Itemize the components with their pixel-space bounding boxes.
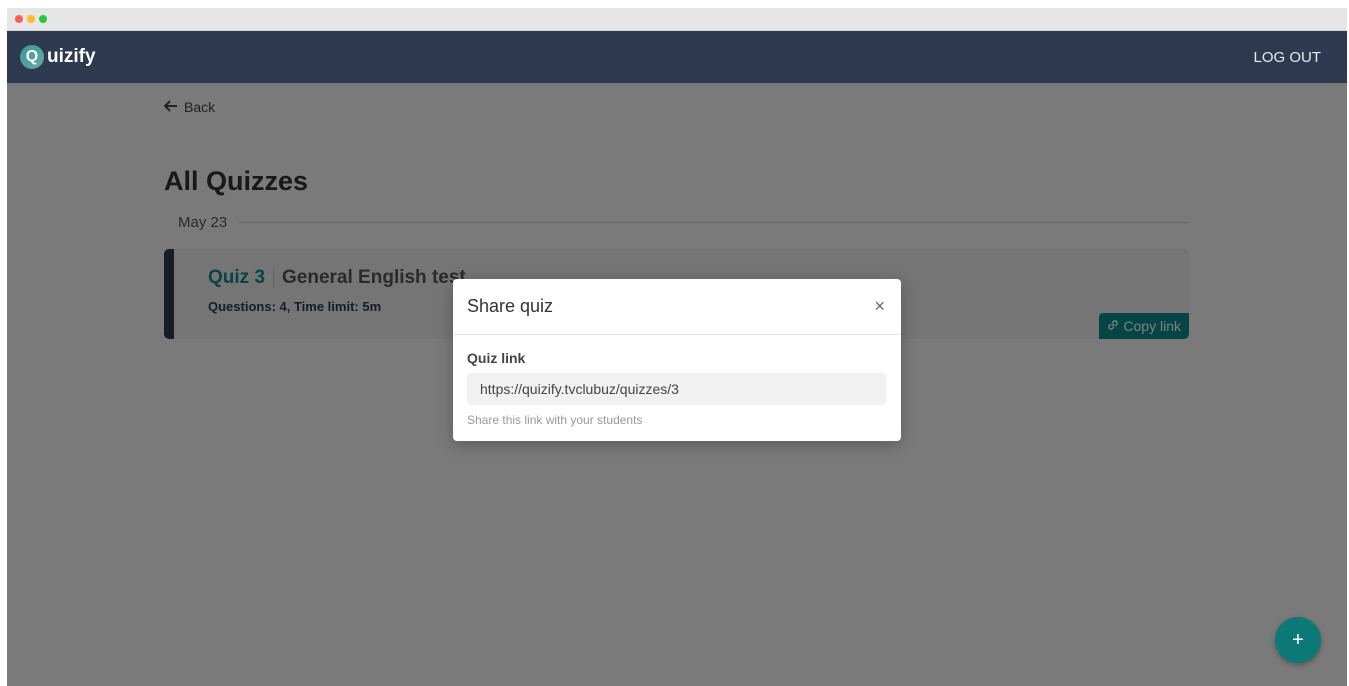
share-quiz-modal: Share quiz × Quiz link Share this link w… [453, 279, 901, 441]
quiz-link-label: Quiz link [467, 350, 526, 366]
add-quiz-button[interactable]: + [1275, 617, 1321, 663]
browser-window: Q uizify LOG OUT Back All Quizzes May 23… [7, 8, 1347, 686]
minimize-window-dot[interactable] [27, 15, 35, 23]
modal-title: Share quiz [467, 296, 554, 316]
window-titlebar [7, 8, 1347, 31]
top-navbar: Q uizify LOG OUT [7, 31, 1347, 83]
quiz-link-input[interactable] [467, 373, 886, 405]
logout-button[interactable]: LOG OUT [1253, 49, 1321, 66]
modal-header: Share quiz × [453, 279, 901, 335]
quizify-logo-icon: Q [20, 45, 44, 69]
quiz-link-help: Share this link with your students [467, 413, 643, 427]
close-icon[interactable]: × [874, 296, 885, 317]
brand-logo-link[interactable]: Q uizify [20, 45, 96, 69]
maximize-window-dot[interactable] [39, 15, 47, 23]
brand-name: uizify [47, 46, 96, 67]
close-window-dot[interactable] [15, 15, 23, 23]
modal-body: Quiz link Share this link with your stud… [453, 335, 901, 427]
